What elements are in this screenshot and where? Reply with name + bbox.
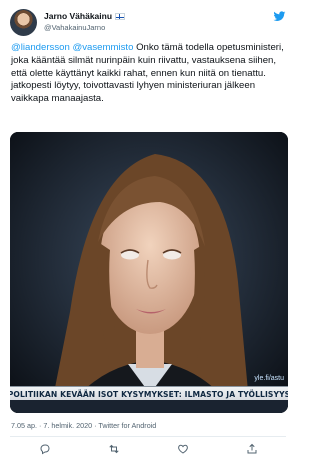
divider <box>10 436 286 437</box>
tweet-header: Jarno Vähäkainu @VahakainuJarno <box>10 9 286 37</box>
author-display-name[interactable]: Jarno Vähäkainu <box>44 11 112 22</box>
finnish-flag-icon <box>115 13 126 20</box>
tweet-card: Jarno Vähäkainu @VahakainuJarno @liander… <box>0 0 296 464</box>
author-info[interactable]: Jarno Vähäkainu @VahakainuJarno <box>44 11 126 33</box>
tweet-text: @liandersson @vasemmisto Onko tämä todel… <box>11 42 289 106</box>
retweet-icon[interactable] <box>107 442 121 456</box>
author-handle[interactable]: @VahakainuJarno <box>44 23 125 33</box>
channel-watermark: yle.fi/astu <box>254 375 284 382</box>
mention-link[interactable]: @vasemmisto <box>72 42 133 53</box>
tweet-timestamp[interactable]: 7.05 ap. · 7. helmik. 2020 · Twitter for… <box>11 421 156 430</box>
like-icon[interactable] <box>176 442 190 456</box>
ticker-bottom-bar <box>10 400 288 413</box>
twitter-bird-icon[interactable] <box>273 10 286 23</box>
tweet-image[interactable]: yle.fi/astu POLITIIKAN KEVÄÄN ISOT KYSYM… <box>10 132 288 413</box>
tv-screenshot-image <box>10 132 288 413</box>
share-icon[interactable] <box>245 442 259 456</box>
ticker-text: POLITIIKAN KEVÄÄN ISOT KYSYMYKSET: ILMAS… <box>10 389 288 399</box>
tweet-actions <box>10 441 286 457</box>
reply-icon[interactable] <box>38 442 52 456</box>
news-ticker: POLITIIKAN KEVÄÄN ISOT KYSYMYKSET: ILMAS… <box>10 386 288 401</box>
avatar[interactable] <box>10 9 37 36</box>
mention-link[interactable]: @liandersson <box>11 42 70 53</box>
